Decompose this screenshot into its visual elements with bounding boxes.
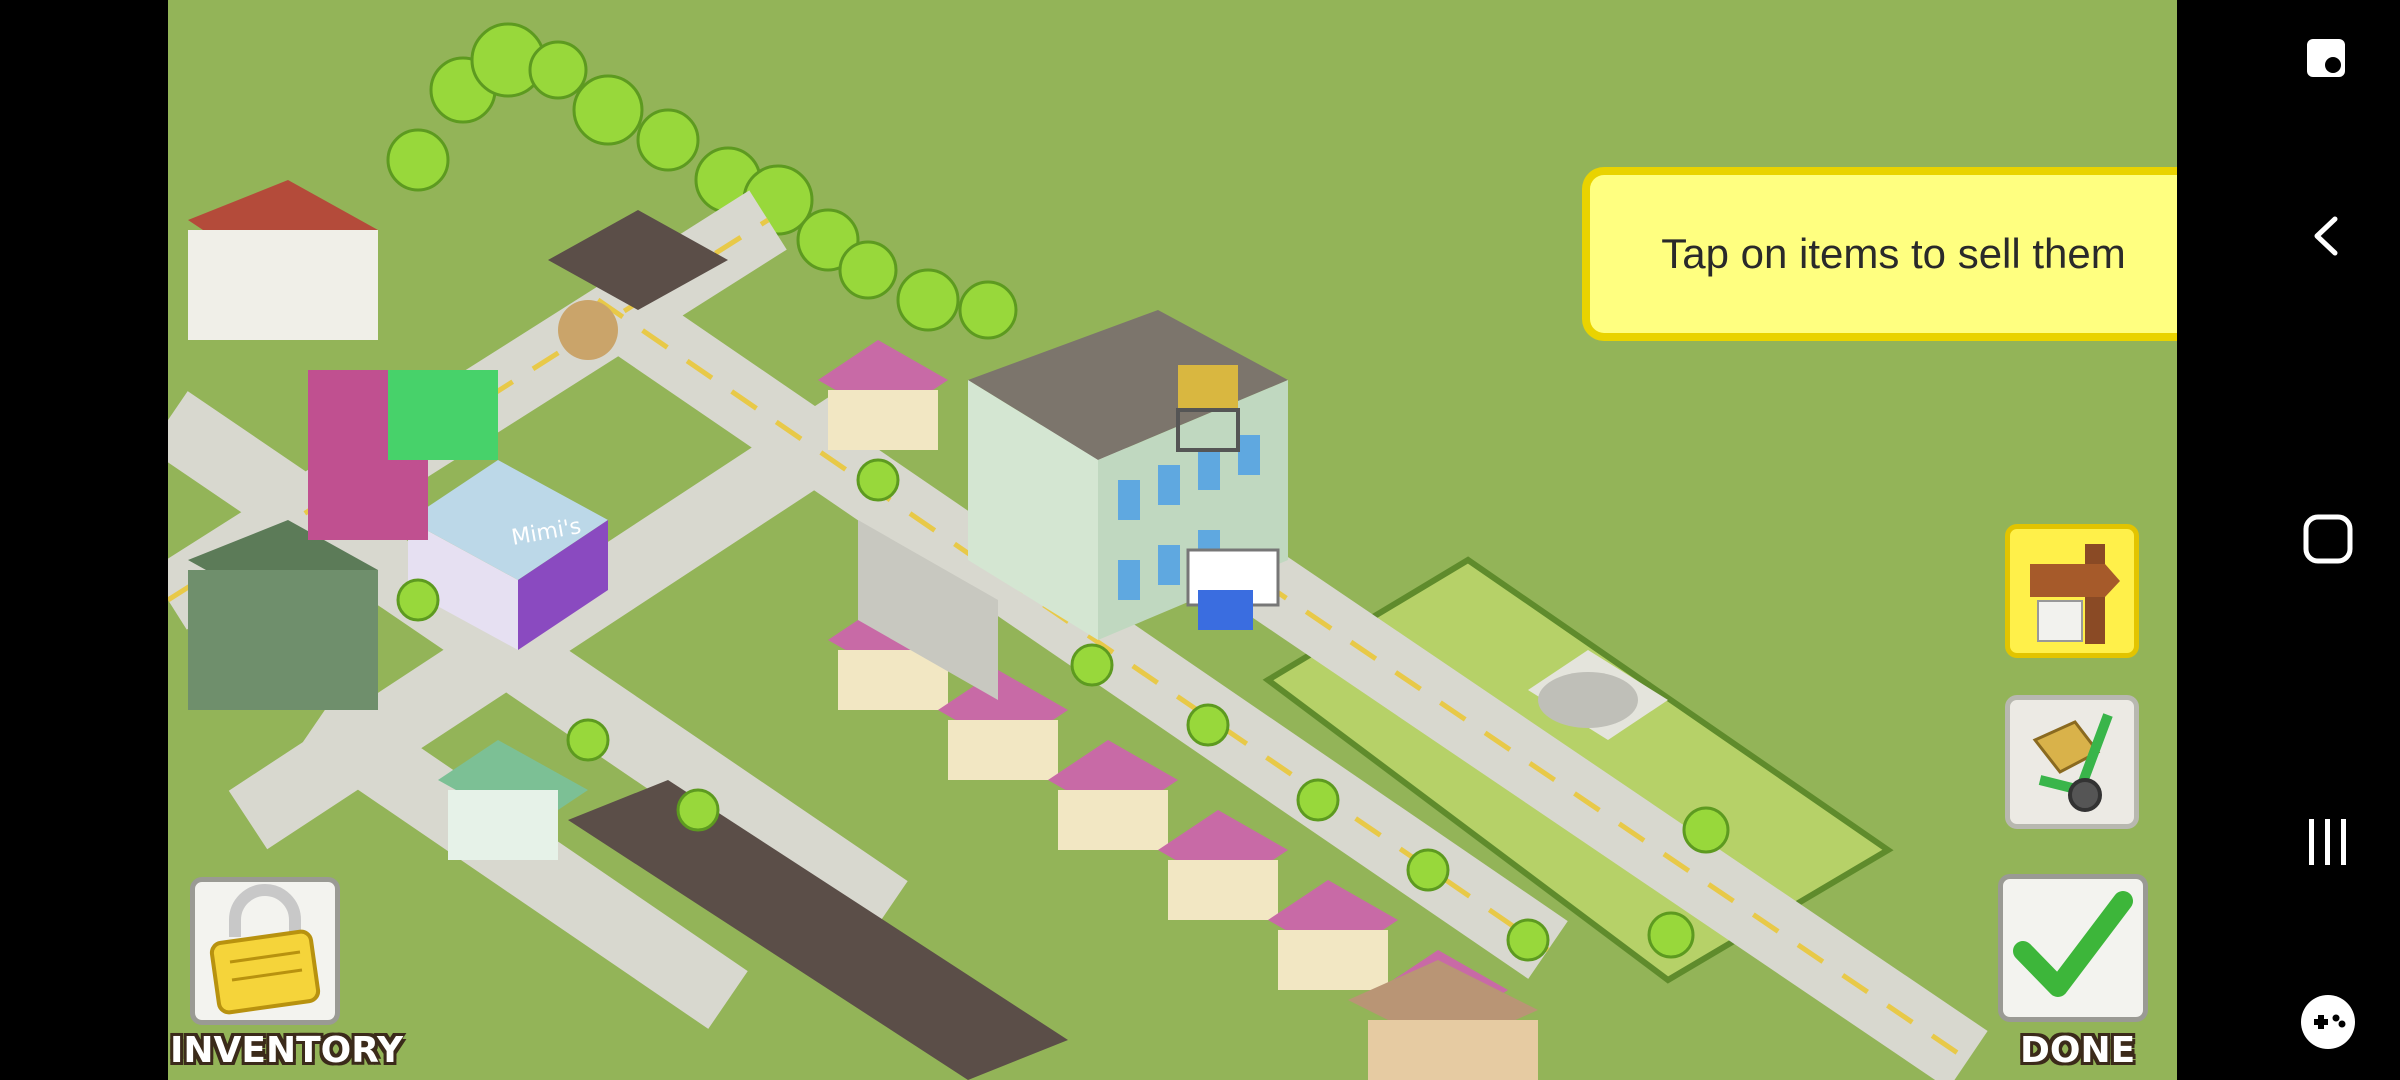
home-icon[interactable] [2296,507,2360,571]
checkmark-icon [2013,891,2133,997]
city-view[interactable]: Mimi's [168,0,2177,1080]
sell-mode-button[interactable] [2005,524,2139,658]
tooltip-text: Tap on items to sell them [1661,230,2126,277]
signpost-icon [2030,544,2120,644]
red-building[interactable] [188,180,378,340]
lock-icon [209,884,321,1015]
plaza-center [1538,672,1638,728]
pagoda-building[interactable] [438,740,588,860]
system-navbar [2177,0,2400,1080]
screenshot-icon[interactable] [2296,28,2360,92]
game-tools-icon[interactable] [2296,990,2360,1054]
sell-tooltip: Tap on items to sell them [1582,167,2177,341]
inventory-label: INVENTORY [170,1030,404,1071]
city-map[interactable]: Mimi's [168,0,2177,1080]
move-mode-button[interactable] [2005,695,2139,829]
inventory-button[interactable] [190,877,340,1025]
letterbox-left [0,0,168,1080]
recents-icon[interactable] [2296,810,2360,874]
back-icon[interactable] [2296,204,2360,268]
done-button[interactable] [1998,874,2148,1022]
done-label: DONE [2020,1030,2136,1071]
hand-truck-icon [2032,713,2113,812]
